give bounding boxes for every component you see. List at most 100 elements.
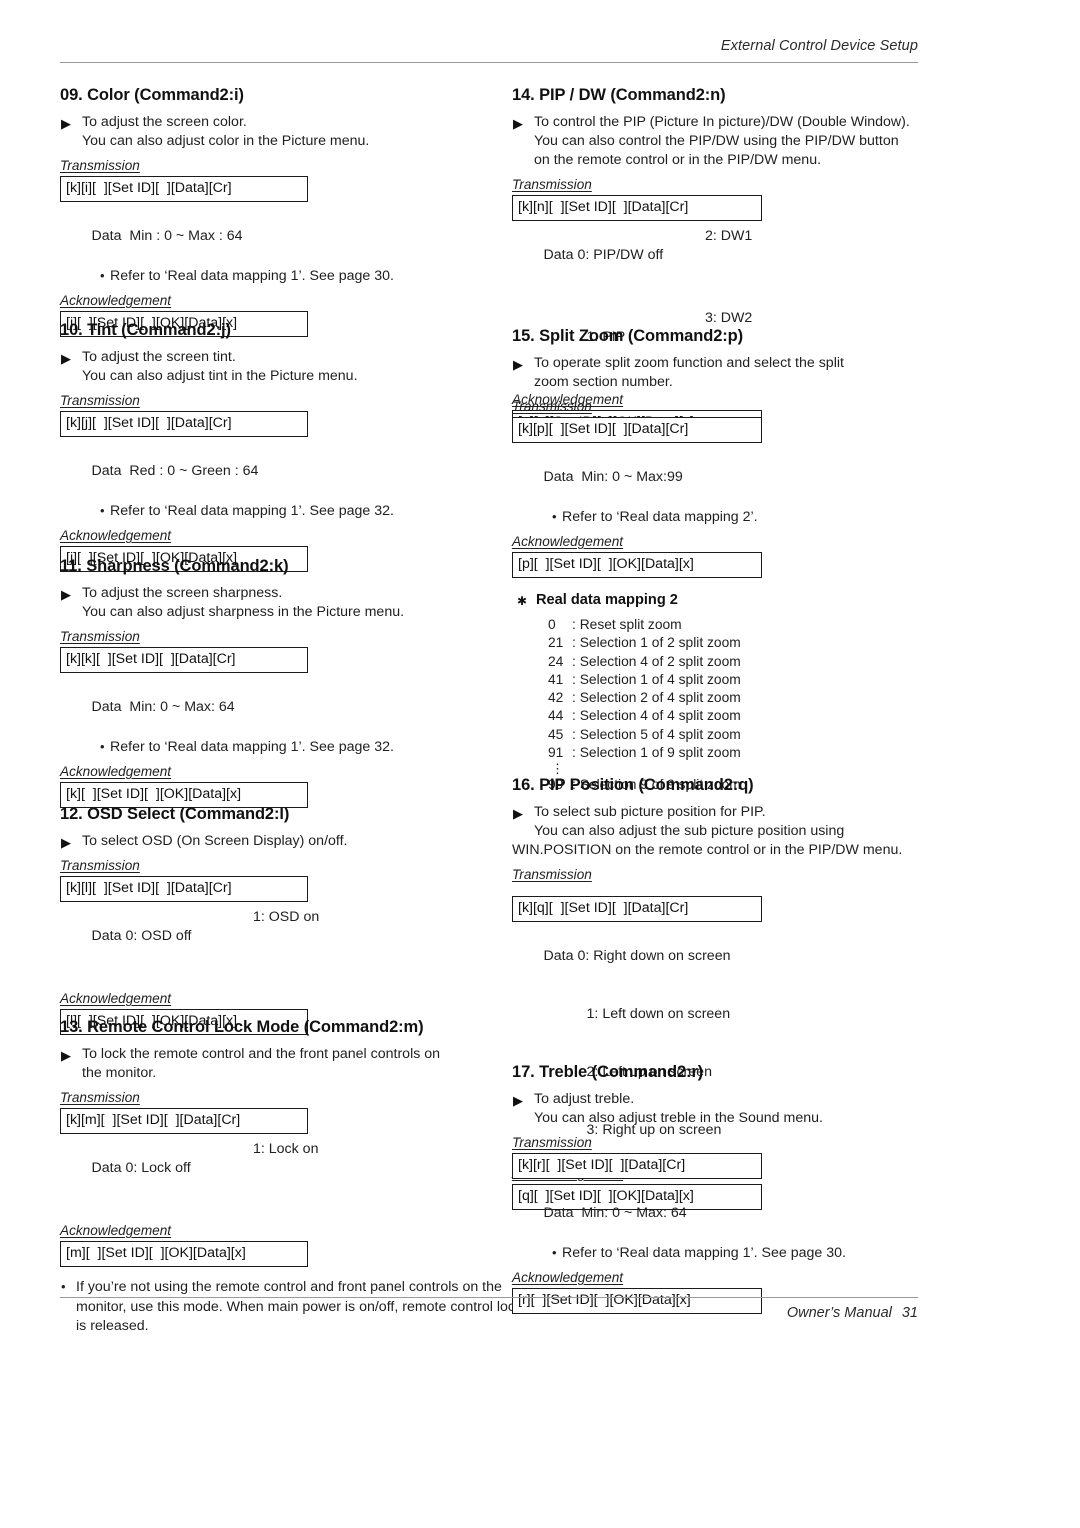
transmission-command-box: [k][r][ ][Set ID][ ][Data][Cr] xyxy=(512,1153,762,1179)
triangle-bullet-icon: ▶ xyxy=(513,806,523,821)
transmission-label: Transmission xyxy=(512,867,592,882)
data-value-1: 1: Left down on screen xyxy=(586,1006,731,1022)
data-value-2: 1: OSD on xyxy=(253,909,320,925)
mapping-text: Selection 5 of 4 split zoom xyxy=(579,726,741,742)
section-description: ▶ To adjust the screen tint. You can als… xyxy=(60,348,530,386)
data-label: Data xyxy=(543,469,574,485)
real-data-mapping-list: 0: Reset split zoom 21: Selection 1 of 2… xyxy=(536,616,982,795)
data-value-2: 3: DW2 xyxy=(705,310,753,326)
data-value-2: 2: DW1 xyxy=(705,228,753,244)
section-title: 09. Color (Command2:i) xyxy=(60,86,244,104)
data-line: Data Min: 0 ~ Max: 64 xyxy=(512,1185,982,1242)
section-title: 10. Tint (Command2:j) xyxy=(60,321,231,339)
transmission-label: Transmission xyxy=(60,629,140,644)
acknowledgement-label: Acknowledgement xyxy=(512,534,624,549)
data-line: Data Min : 0 ~ Max : 64 xyxy=(60,208,530,265)
triangle-bullet-icon: ▶ xyxy=(61,116,71,131)
transmission-command-box: [k][j][ ][Set ID][ ][Data][Cr] xyxy=(60,411,308,437)
transmission-label: Transmission xyxy=(512,177,592,192)
mapping-sep: : xyxy=(572,708,576,724)
data-label: Data xyxy=(543,1205,574,1221)
transmission-command-box: [k][l][ ][Set ID][ ][Data][Cr] xyxy=(60,876,308,902)
mapping-sep: : xyxy=(572,653,576,669)
mapping-key: 42 xyxy=(548,690,564,706)
acknowledgement-label: Acknowledgement xyxy=(60,1223,172,1238)
description-line-2: You can also adjust treble in the Sound … xyxy=(534,1110,823,1126)
page-number: 31 xyxy=(901,1305,918,1321)
section-color: 09. Color (Command2:i) ▶ To adjust the s… xyxy=(60,86,530,337)
mapping-text: Selection 4 of 2 split zoom xyxy=(579,653,741,669)
data-value-1: Min : 0 ~ Max : 64 xyxy=(129,228,243,244)
description-line-1: To control the PIP (Picture In picture)/… xyxy=(534,114,910,130)
reference-text: Refer to ‘Real data mapping 1’. See page… xyxy=(110,739,394,755)
reference-text: Refer to ‘Real data mapping 1’. See page… xyxy=(110,268,394,284)
reference-line: • Refer to ‘Real data mapping 1’. See pa… xyxy=(60,738,530,757)
section-title: 16. PIP Position (Command2:q) xyxy=(512,776,754,794)
mapping-row: 41: Selection 1 of 4 split zoom xyxy=(548,671,982,689)
mapping-row: 0: Reset split zoom xyxy=(548,616,982,634)
data-line: Data 0: Right down on screen xyxy=(512,928,982,985)
transmission-label: Transmission xyxy=(60,858,140,873)
transmission-command-box: [k][i][ ][Set ID][ ][Data][Cr] xyxy=(60,176,308,202)
data-line: Data 0: OSD off 1: OSD on xyxy=(60,908,530,984)
section-title: 11. Sharpness (Command2:k) xyxy=(60,557,289,575)
triangle-bullet-icon: ▶ xyxy=(61,351,71,366)
transmission-command-box: [k][m][ ][Set ID][ ][Data][Cr] xyxy=(60,1108,308,1134)
mapping-sep: : xyxy=(572,671,576,687)
data-value-1: 0: Lock off xyxy=(125,1160,191,1176)
section-description: ▶ To adjust the screen color. You can al… xyxy=(60,113,530,151)
mapping-row: 21: Selection 1 of 2 split zoom xyxy=(548,634,982,652)
acknowledgement-label: Acknowledgement xyxy=(512,1270,624,1285)
description-line-1: To select OSD (On Screen Display) on/off… xyxy=(82,833,348,849)
footer-divider xyxy=(60,1297,918,1298)
triangle-bullet-icon: ▶ xyxy=(61,587,71,602)
reference-line: • Refer to ‘Real data mapping 1’. See pa… xyxy=(60,267,530,286)
mapping-text: Selection 1 of 9 split zoom xyxy=(579,745,741,761)
bullet-icon: • xyxy=(100,739,105,754)
section-remote-control-lock-mode: 13. Remote Control Lock Mode (Command2:m… xyxy=(60,1018,530,1337)
transmission-label: Transmission xyxy=(512,1135,592,1150)
real-data-mapping-title: ✱ Real data mapping 2 xyxy=(517,592,982,608)
transmission-command-box: [k][p][ ][Set ID][ ][Data][Cr] xyxy=(512,417,762,443)
data-value-1: Min: 0 ~ Max:99 xyxy=(581,469,683,485)
transmission-label: Transmission xyxy=(60,1090,140,1105)
transmission-label: Transmission xyxy=(60,393,140,408)
bullet-icon: • xyxy=(100,268,105,283)
data-value-1: 0: Right down on screen xyxy=(577,948,731,964)
description-line-1: To adjust the screen color. xyxy=(82,114,247,130)
section-split-zoom: 15. Split Zoom (Command2:p) ▶ To operate… xyxy=(512,327,982,795)
mapping-key: 21 xyxy=(548,635,564,651)
transmission-command-box: [k][q][ ][Set ID][ ][Data][Cr] xyxy=(512,896,762,922)
section-title: 15. Split Zoom (Command2:p) xyxy=(512,327,744,345)
reference-text: Refer to ‘Real data mapping 1’. See page… xyxy=(562,1245,846,1261)
vertical-ellipsis-icon: ⋮ xyxy=(551,761,564,777)
data-value-1: 0: PIP/DW off xyxy=(577,247,664,263)
section-title: 12. OSD Select (Command2:l) xyxy=(60,805,290,823)
note-line-1: If you’re not using the remote control a… xyxy=(76,1279,459,1295)
mapping-key: 0 xyxy=(548,617,556,632)
transmission-command-box: [k][k][ ][Set ID][ ][Data][Cr] xyxy=(60,647,308,673)
data-label: Data xyxy=(91,928,122,944)
data-line: Data Red : 0 ~ Green : 64 xyxy=(60,443,530,500)
bullet-icon: • xyxy=(552,1245,557,1260)
star-bullet-icon: ✱ xyxy=(517,594,528,608)
reference-text: Refer to ‘Real data mapping 1’. See page… xyxy=(110,503,394,519)
transmission-label: Transmission xyxy=(60,158,140,173)
bullet-icon: • xyxy=(61,1279,66,1294)
left-column: 09. Color (Command2:i) ▶ To adjust the s… xyxy=(60,0,530,1528)
data-label: Data xyxy=(91,1160,122,1176)
data-value-1: 0: OSD off xyxy=(125,928,192,944)
triangle-bullet-icon: ▶ xyxy=(513,357,523,372)
data-label: Data xyxy=(543,948,574,964)
description-line-2: You can also adjust tint in the Picture … xyxy=(82,368,358,384)
acknowledgement-label: Acknowledgement xyxy=(60,764,172,779)
acknowledgement-command-box: [r][ ][Set ID][ ][OK][Data][x] xyxy=(512,1288,762,1314)
mapping-key: 44 xyxy=(548,708,564,724)
section-description: ▶ To select OSD (On Screen Display) on/o… xyxy=(60,832,530,851)
description-line-2: You can also control the PIP/DW using th… xyxy=(534,133,899,149)
description-line-1: To select sub picture position for PIP. xyxy=(534,804,766,820)
section-title: 13. Remote Control Lock Mode (Command2:m… xyxy=(60,1018,424,1036)
mapping-key: 91 xyxy=(548,745,564,761)
section-description: ▶ To adjust the screen sharpness. You ca… xyxy=(60,584,530,622)
section-description: ▶ To control the PIP (Picture In picture… xyxy=(512,113,982,170)
